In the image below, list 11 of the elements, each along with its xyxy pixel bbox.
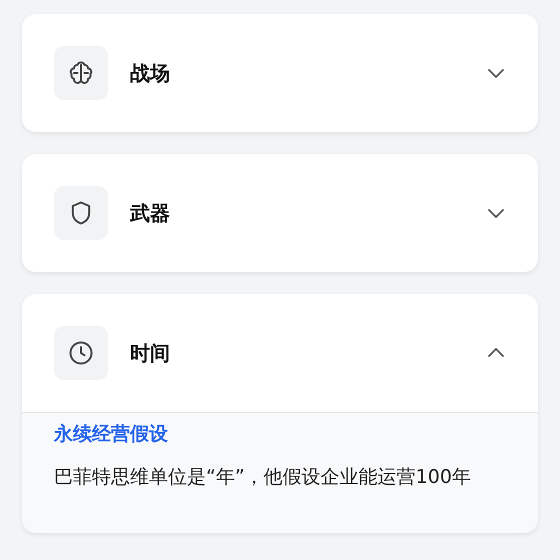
accordion-header[interactable]: 时间 xyxy=(22,294,538,412)
brain-icon xyxy=(54,46,108,100)
shield-icon xyxy=(54,186,108,240)
content-heading: 永续经营假设 xyxy=(54,422,169,447)
content-text: 巴菲特思维单位是“年”，他假设企业能运营100年 xyxy=(54,464,472,490)
clock-icon xyxy=(54,326,108,380)
section-title: 时间 xyxy=(130,340,171,367)
section-title: 武器 xyxy=(130,200,171,227)
accordion-header[interactable]: 武器 xyxy=(22,154,538,272)
accordion-header[interactable]: 战场 xyxy=(22,14,538,132)
section-title: 战场 xyxy=(130,60,171,87)
